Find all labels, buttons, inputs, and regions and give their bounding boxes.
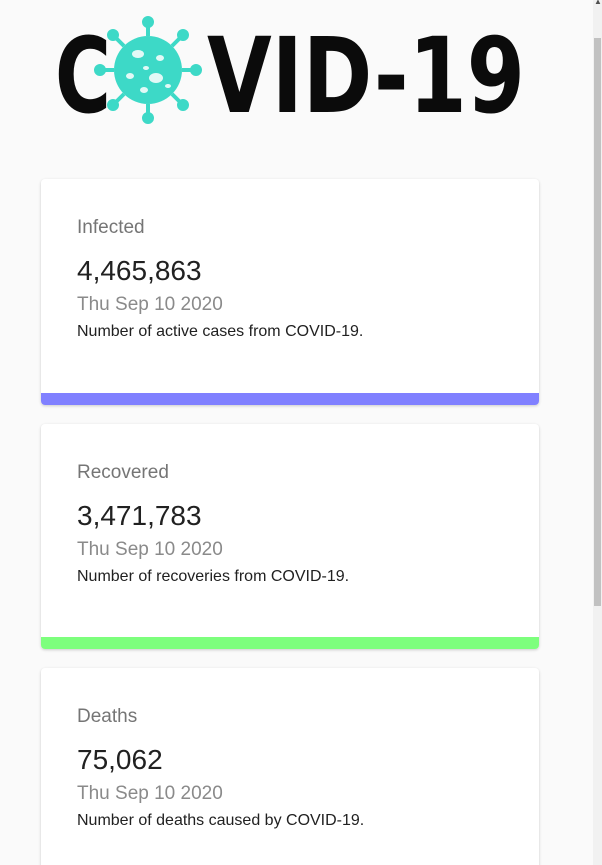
card-date: Thu Sep 10 2020 <box>77 539 223 560</box>
chevron-up-icon[interactable]: ▲ <box>594 0 602 6</box>
covid-19-logo: C VID-19 <box>55 16 525 124</box>
infected-card: Infected 4,465,863 Thu Sep 10 2020 Numbe… <box>41 179 539 405</box>
infected-color-bar <box>41 393 539 405</box>
logo-graphic: C VID-19 <box>55 16 525 124</box>
case-count: 4,465,863 <box>77 255 202 286</box>
deaths-card: Deaths 75,062 Thu Sep 10 2020 Number of … <box>41 668 539 865</box>
card-body: Recovered 3,471,783 Thu Sep 10 2020 Numb… <box>41 424 539 587</box>
card-body: Deaths 75,062 Thu Sep 10 2020 Number of … <box>41 668 539 831</box>
card-title: Recovered <box>77 462 169 483</box>
recovered-color-bar <box>41 637 539 649</box>
vertical-scrollbar[interactable]: ▲ <box>593 0 602 865</box>
card-description: Number of recoveries from COVID-19. <box>77 568 350 585</box>
scrollbar-thumb[interactable] <box>594 38 601 606</box>
card-body: Infected 4,465,863 Thu Sep 10 2020 Numbe… <box>41 179 539 342</box>
virus-icon <box>94 16 202 124</box>
card-title: Infected <box>77 217 145 238</box>
logo-text-vid19: VID-19 <box>207 16 525 124</box>
card-description: Number of active cases from COVID-19. <box>77 323 364 340</box>
card-title: Deaths <box>77 706 138 727</box>
case-count: 3,471,783 <box>77 500 202 531</box>
card-description: Number of deaths caused by COVID-19. <box>77 812 365 829</box>
page: C VID-19 Infected 4,465,863 Thu Sep 10 2… <box>0 0 602 865</box>
card-date: Thu Sep 10 2020 <box>77 294 223 315</box>
case-count: 75,062 <box>77 744 163 775</box>
card-date: Thu Sep 10 2020 <box>77 783 223 804</box>
recovered-card: Recovered 3,471,783 Thu Sep 10 2020 Numb… <box>41 424 539 649</box>
